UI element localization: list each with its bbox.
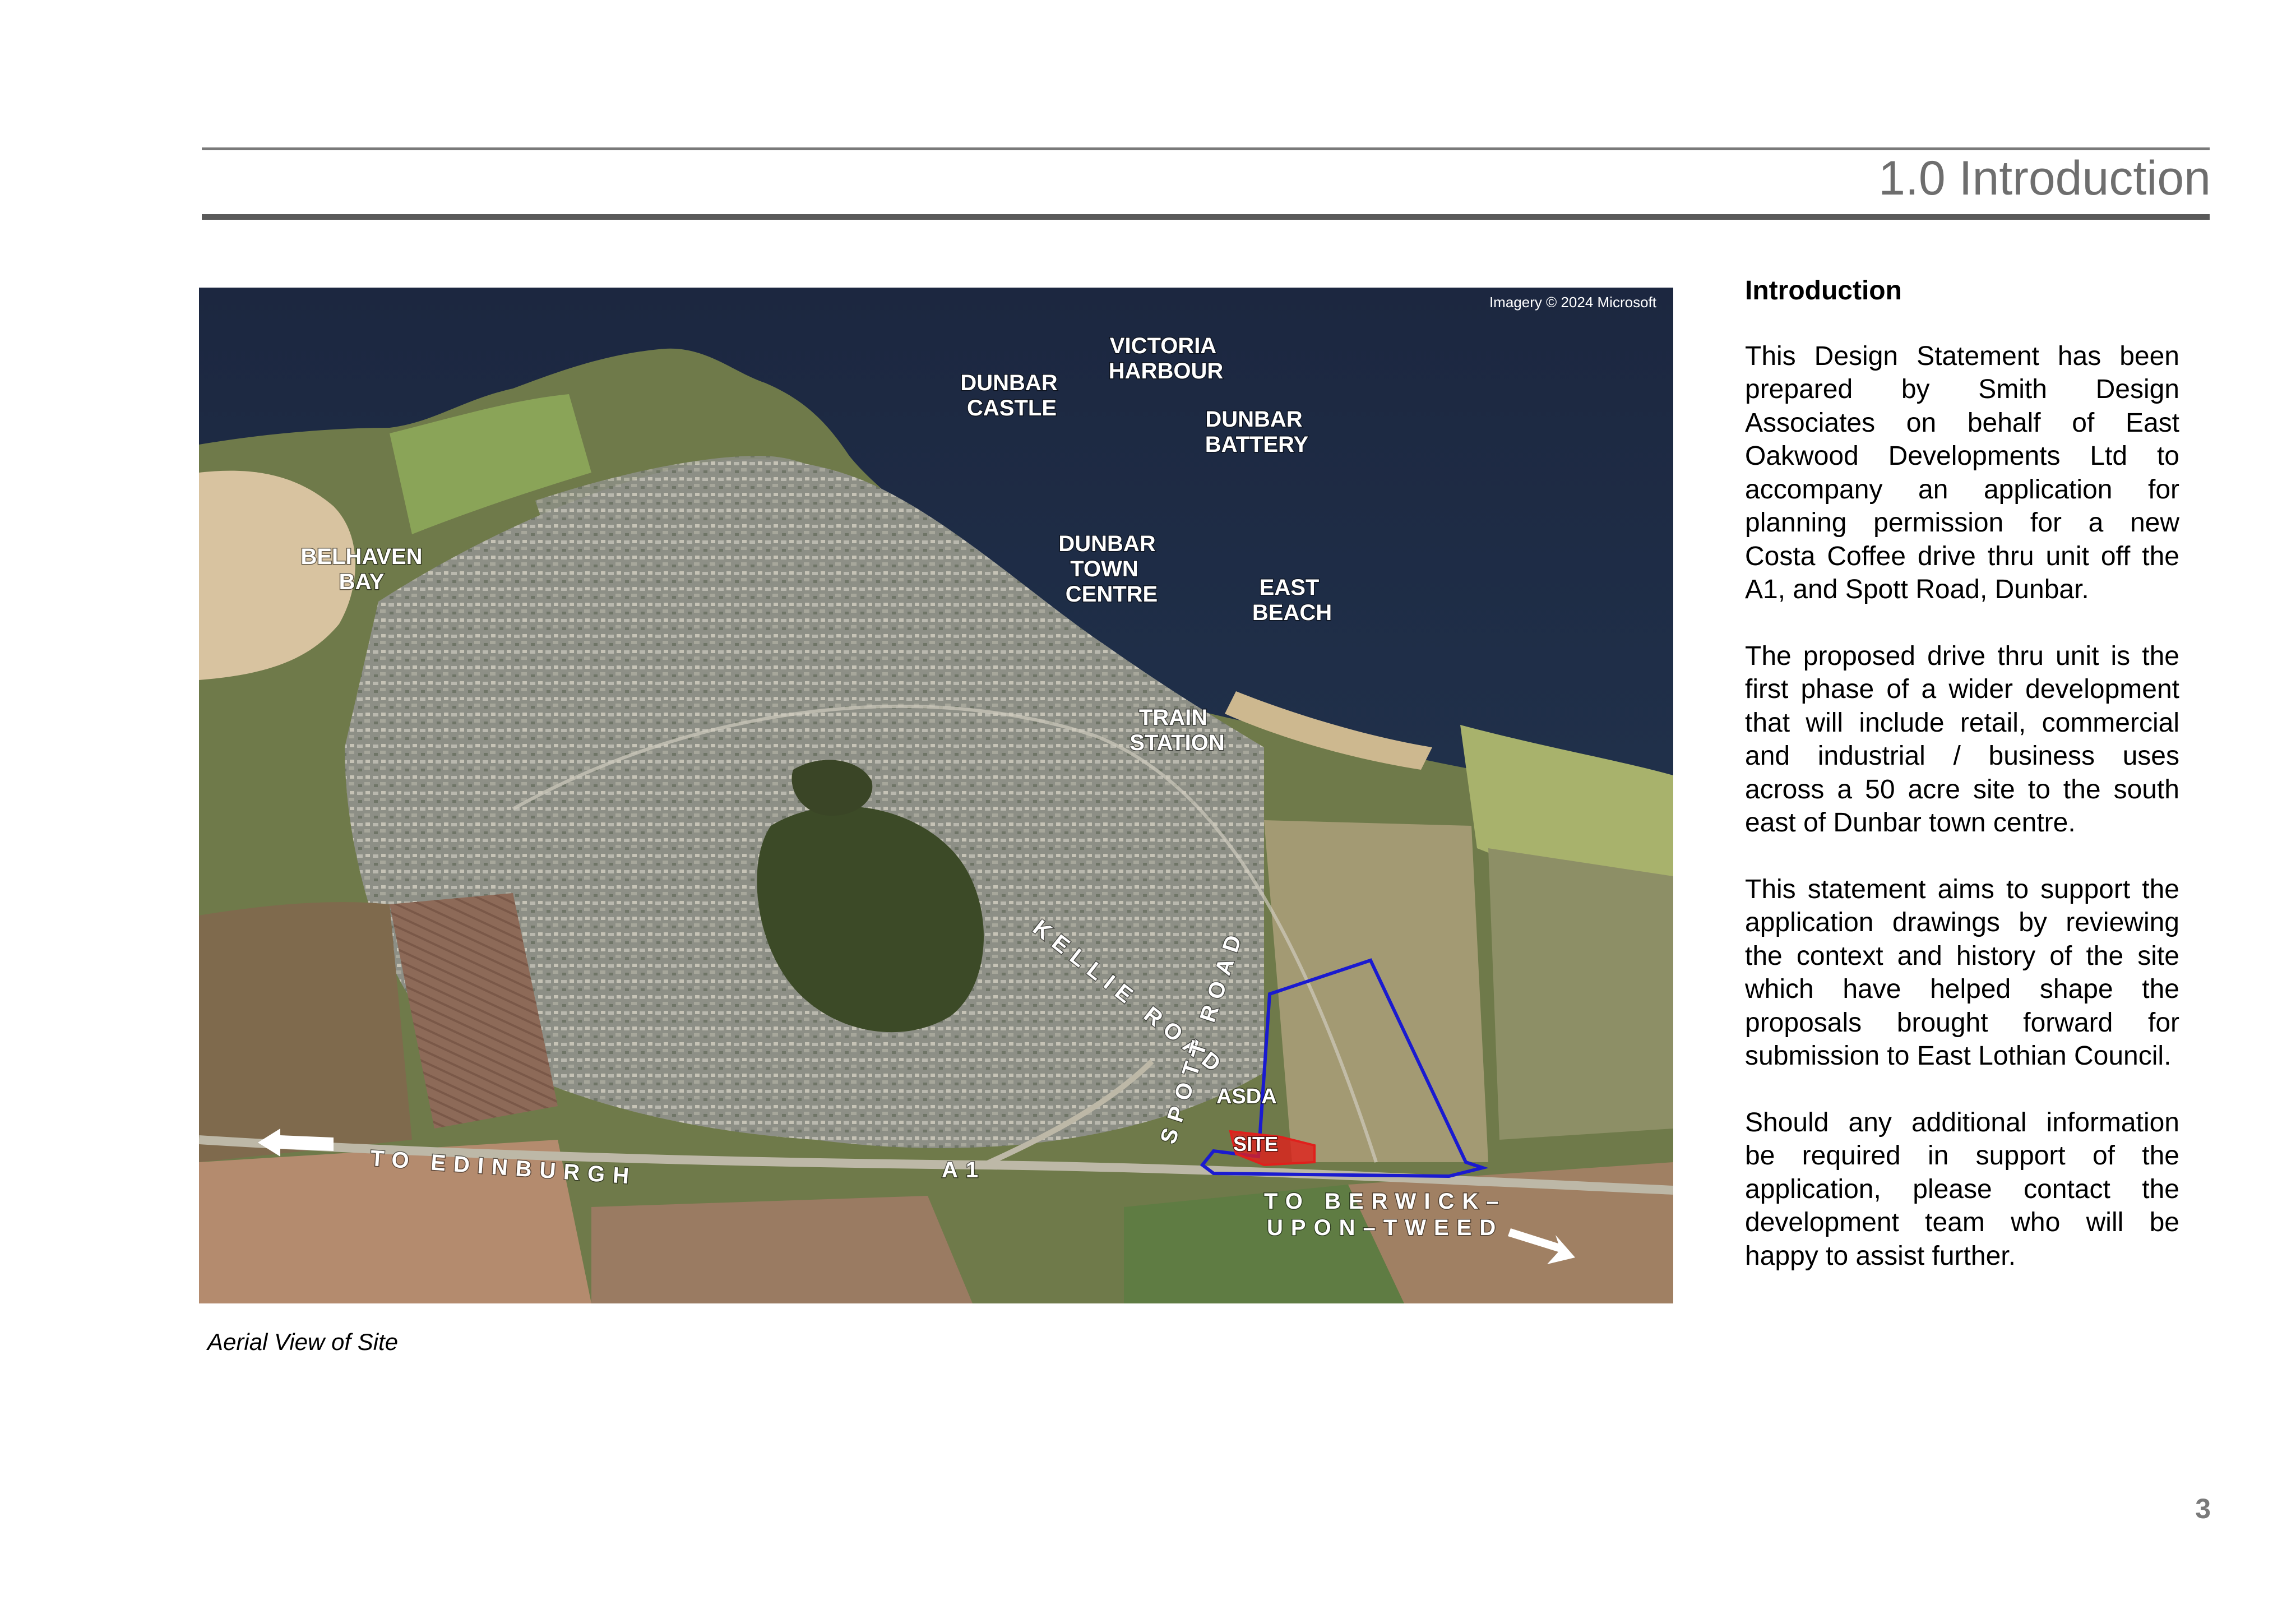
label-dunbar-castle-line1: DUNBAR — [960, 371, 1057, 395]
label-to-berwick-line2: UPON–TWEED — [1267, 1215, 1503, 1240]
aerial-map-drawing: Imagery © 2024 Microsoft VICTORIA HARBOU… — [199, 288, 1673, 1303]
label-east-beach-line2: BEACH — [1252, 600, 1332, 625]
label-victoria-harbour-line2: HARBOUR — [1109, 359, 1224, 383]
aerial-map: Imagery © 2024 Microsoft VICTORIA HARBOU… — [199, 288, 1673, 1303]
header-rule-top — [202, 147, 2210, 150]
label-dunbar-castle-line2: CASTLE — [967, 396, 1057, 420]
label-a1: A1 — [942, 1158, 986, 1182]
label-dunbar-battery-line2: BATTERY — [1205, 432, 1309, 457]
intro-text-column: Introduction This Design Statement has b… — [1745, 275, 2179, 1306]
label-train-station-line1: TRAIN — [1139, 705, 1207, 730]
label-train-station-line2: STATION — [1130, 730, 1225, 755]
label-belhaven-bay-line2: BAY — [339, 570, 385, 594]
label-asda: ASDA — [1216, 1085, 1277, 1108]
label-east-beach-line1: EAST — [1260, 575, 1320, 600]
label-victoria-harbour-line1: VICTORIA — [1110, 334, 1216, 358]
intro-paragraph: Should any additional information be req… — [1745, 1107, 2179, 1271]
label-dunbar-battery-line1: DUNBAR — [1205, 407, 1302, 432]
label-site: SITE — [1233, 1132, 1278, 1155]
header-rule-bottom — [202, 214, 2210, 220]
label-town-centre-line2: TOWN — [1070, 557, 1138, 581]
intro-paragraph: The proposed drive thru unit is the firs… — [1745, 641, 2179, 838]
label-town-centre-line1: DUNBAR — [1058, 531, 1155, 556]
page-number: 3 — [2195, 1493, 2211, 1524]
intro-heading: Introduction — [1745, 276, 1902, 306]
intro-paragraph: This Design Statement has been prepared … — [1745, 341, 2179, 605]
map-caption: Aerial View of Site — [207, 1329, 399, 1355]
label-belhaven-bay-line1: BELHAVEN — [300, 544, 422, 569]
label-town-centre-line3: CENTRE — [1066, 582, 1158, 607]
imagery-credit: Imagery © 2024 Microsoft — [1489, 294, 1657, 311]
section-title: 1.0 Introduction — [1878, 151, 2211, 205]
intro-paragraph: This statement aims to support the appli… — [1745, 874, 2179, 1071]
label-to-berwick-line1: TO BERWICK– — [1264, 1189, 1507, 1214]
